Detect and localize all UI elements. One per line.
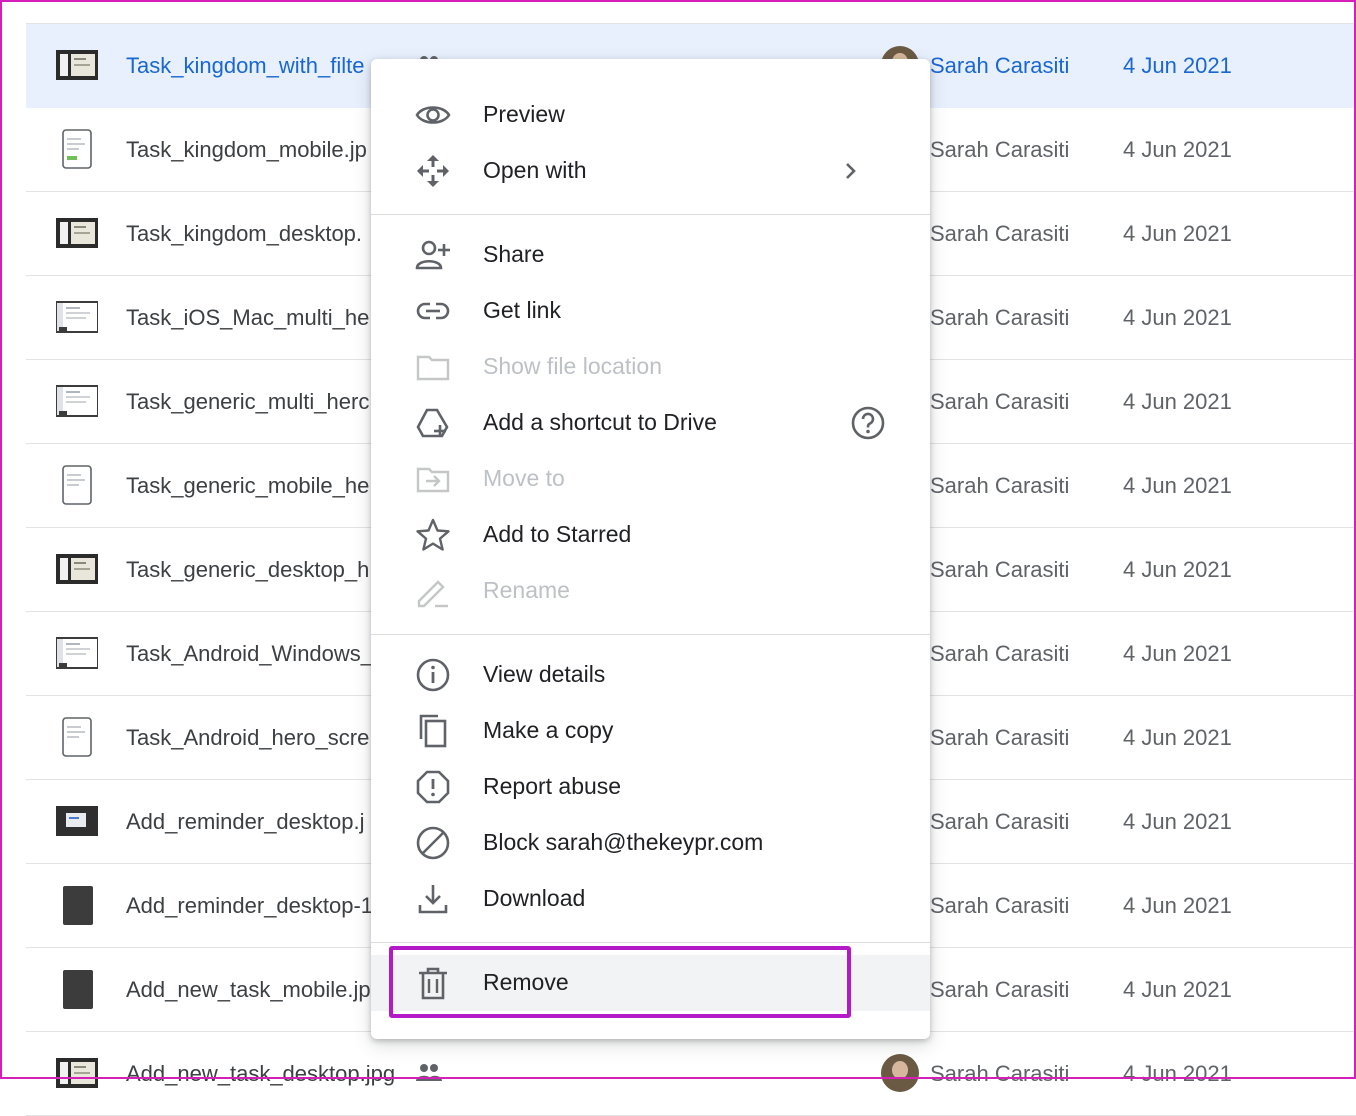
menu-label: Get link	[483, 297, 561, 323]
star-icon	[416, 518, 450, 551]
download-icon	[418, 885, 448, 914]
menu-item-make-copy[interactable]: Make a copy	[371, 703, 930, 759]
file-name: Add_reminder_desktop.j	[126, 809, 365, 834]
file-modified-date: 4 Jun 2021	[1123, 893, 1232, 918]
file-owner: Sarah Carasiti	[930, 641, 1070, 666]
info-icon	[416, 658, 450, 692]
menu-label: Show file location	[483, 353, 662, 379]
menu-item-block-user[interactable]: Block sarah@thekeypr.com	[371, 815, 930, 871]
file-modified-date: 4 Jun 2021	[1123, 389, 1232, 414]
context-menu: Preview Open with Share Get link Show fi…	[371, 59, 930, 1039]
menu-label: Add a shortcut to Drive	[483, 409, 717, 435]
menu-item-get-link[interactable]: Get link	[371, 283, 930, 339]
file-name: Add_new_task_mobile.jp	[126, 977, 371, 1002]
file-name: Task_generic_multi_herc	[126, 389, 370, 414]
file-modified-date: 4 Jun 2021	[1123, 53, 1232, 78]
file-name: Task_generic_mobile_he	[126, 473, 370, 498]
folder-icon	[416, 355, 450, 381]
file-modified-date: 4 Jun 2021	[1123, 473, 1232, 498]
file-modified-date: 4 Jun 2021	[1123, 137, 1232, 162]
copy-icon	[419, 714, 447, 748]
menu-item-move-to: Move to	[371, 451, 930, 507]
move-folder-icon	[416, 467, 450, 493]
menu-divider	[371, 214, 930, 215]
file-name: Add_new_task_desktop.jpg	[126, 1061, 396, 1086]
menu-item-add-to-starred[interactable]: Add to Starred	[371, 507, 930, 563]
menu-label: Preview	[483, 101, 565, 127]
file-modified-date: 4 Jun 2021	[1123, 809, 1232, 834]
menu-label: Open with	[483, 157, 587, 183]
move-arrows-icon	[417, 155, 449, 187]
file-name: Task_kingdom_desktop.	[126, 221, 363, 246]
file-modified-date: 4 Jun 2021	[1123, 977, 1232, 1002]
menu-item-show-file-location: Show file location	[371, 339, 930, 395]
menu-label: Report abuse	[483, 773, 622, 799]
file-owner: Sarah Carasiti	[930, 893, 1070, 918]
drive-shortcut-icon	[416, 408, 449, 438]
file-owner: Sarah Carasiti	[930, 977, 1070, 1002]
file-name: Task_Android_Windows_	[126, 641, 374, 666]
file-modified-date: 4 Jun 2021	[1123, 641, 1232, 666]
menu-divider	[371, 942, 930, 943]
file-modified-date: 4 Jun 2021	[1123, 557, 1232, 582]
file-owner: Sarah Carasiti	[930, 305, 1070, 330]
add-person-icon	[415, 240, 450, 270]
file-owner: Sarah Carasiti	[930, 221, 1070, 246]
menu-label: Move to	[483, 465, 565, 491]
menu-item-view-details[interactable]: View details	[371, 647, 930, 703]
menu-label: Make a copy	[483, 717, 614, 743]
file-owner: Sarah Carasiti	[930, 725, 1070, 750]
owner-avatar	[881, 1054, 919, 1092]
link-icon	[416, 302, 450, 320]
menu-label: Block sarah@thekeypr.com	[483, 829, 764, 855]
file-owner: Sarah Carasiti	[930, 53, 1070, 78]
file-name: Task_kingdom_mobile.jp	[126, 137, 367, 162]
menu-item-preview[interactable]: Preview	[371, 87, 930, 143]
file-owner: Sarah Carasiti	[930, 809, 1070, 834]
menu-item-rename: Rename	[371, 563, 930, 619]
file-modified-date: 4 Jun 2021	[1123, 305, 1232, 330]
file-row[interactable]: Add_new_task_desktop.jpg Sarah Carasiti 4 …	[26, 1032, 1356, 1116]
report-icon	[416, 770, 450, 804]
file-name: Task_Android_hero_scre	[126, 725, 370, 750]
eye-icon	[415, 106, 451, 124]
file-name: Add_reminder_desktop-1	[126, 893, 374, 918]
file-owner: Sarah Carasiti	[930, 1061, 1070, 1086]
file-owner: Sarah Carasiti	[930, 473, 1070, 498]
menu-label: View details	[483, 661, 606, 687]
block-icon	[416, 826, 450, 860]
menu-item-report-abuse[interactable]: Report abuse	[371, 759, 930, 815]
file-modified-date: 4 Jun 2021	[1123, 221, 1232, 246]
menu-label: Share	[483, 241, 545, 267]
pencil-icon	[417, 580, 448, 608]
menu-label: Download	[483, 885, 586, 911]
chevron-right-icon	[846, 163, 856, 179]
shared-people-icon	[416, 1062, 442, 1082]
file-modified-date: 4 Jun 2021	[1123, 725, 1232, 750]
menu-label: Rename	[483, 577, 570, 603]
menu-item-share[interactable]: Share	[371, 227, 930, 283]
file-name: Task_generic_desktop_h	[126, 557, 370, 582]
menu-divider	[371, 634, 930, 635]
file-owner: Sarah Carasiti	[930, 557, 1070, 582]
file-owner: Sarah Carasiti	[930, 137, 1070, 162]
help-icon[interactable]	[850, 405, 886, 441]
file-name: Task_iOS_Mac_multi_he	[126, 305, 370, 330]
menu-label: Add to Starred	[483, 521, 632, 547]
file-modified-date: 4 Jun 2021	[1123, 1061, 1232, 1086]
menu-item-open-with[interactable]: Open with	[371, 143, 930, 199]
file-name: Task_kingdom_with_filte	[126, 53, 365, 78]
remove-highlight-annotation	[389, 946, 851, 1018]
menu-item-add-shortcut[interactable]: Add a shortcut to Drive	[371, 395, 930, 451]
file-owner: Sarah Carasiti	[930, 389, 1070, 414]
menu-item-download[interactable]: Download	[371, 871, 930, 927]
